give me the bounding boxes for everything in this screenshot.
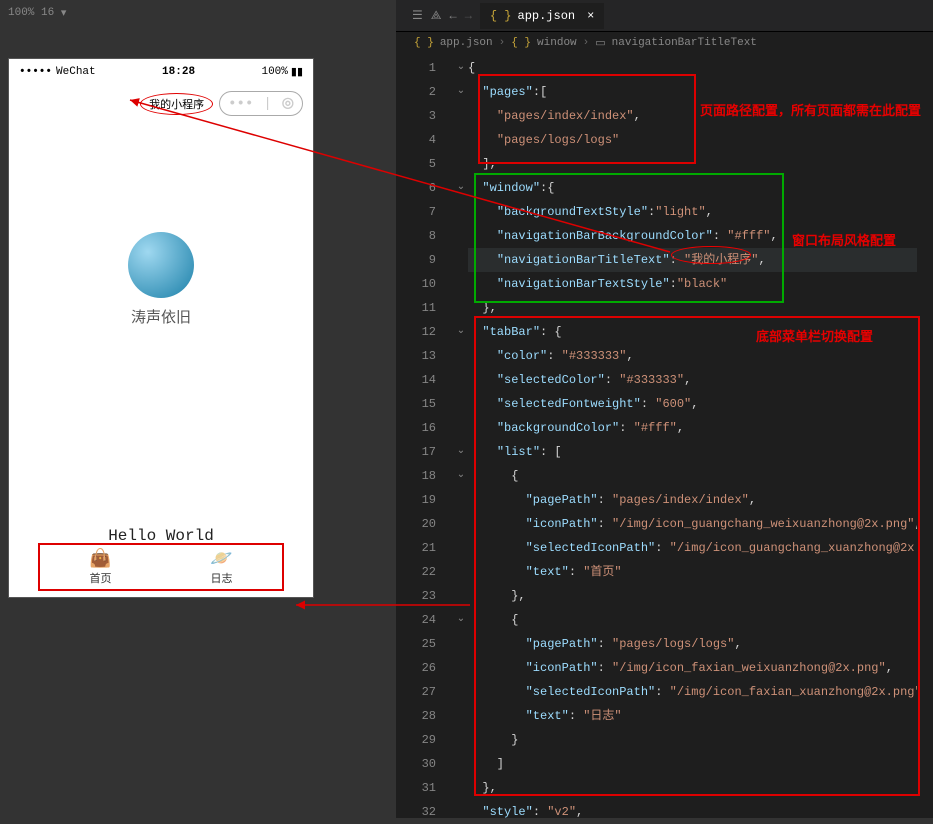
code-line[interactable]: "list": [	[468, 440, 925, 464]
app-title-oval: 我的小程序	[140, 93, 213, 115]
code-line[interactable]: "navigationBarTextStyle":"black"	[468, 272, 925, 296]
zoom-count: 16	[41, 7, 54, 19]
code-line[interactable]: {	[468, 464, 925, 488]
username-label: 涛声依旧	[9, 306, 313, 327]
close-tab-icon[interactable]: ×	[587, 9, 594, 23]
bookmark-icon[interactable]: ⟁	[431, 9, 442, 23]
code-line[interactable]: {	[468, 608, 925, 632]
phone-time: 18:28	[96, 66, 262, 78]
code-line[interactable]: "backgroundTextStyle":"light",	[468, 200, 925, 224]
tab-logs[interactable]: 🪐 日志	[161, 545, 282, 589]
breadcrumb-window[interactable]: window	[537, 37, 577, 49]
code-line[interactable]: "pages/logs/logs"	[468, 128, 925, 152]
breadcrumb-navtext[interactable]: navigationBarTitleText	[612, 37, 757, 49]
code-line[interactable]: "text": "首页"	[468, 560, 925, 584]
json-icon: { }	[511, 37, 531, 49]
code-area[interactable]: 1234567891011121314151617181920212223242…	[412, 56, 933, 818]
file-tab-appjson[interactable]: { } app.json ×	[480, 3, 604, 29]
bag-icon: 👜	[89, 548, 111, 570]
phone-tabbar: 👜 首页 🪐 日志	[38, 543, 284, 591]
back-icon[interactable]: ←	[449, 9, 456, 23]
abc-icon: ▭	[595, 36, 605, 50]
code-line[interactable]: },	[468, 296, 925, 320]
phone-statusbar: ••••• WeChat 18:28 100% ▮▮	[9, 59, 313, 85]
json-icon: { }	[414, 37, 434, 49]
code-line[interactable]: "selectedFontweight": "600",	[468, 392, 925, 416]
code-line[interactable]: "text": "日志"	[468, 704, 925, 728]
code-line[interactable]: {	[468, 56, 925, 80]
code-line[interactable]: ]	[468, 752, 925, 776]
breadcrumb-file[interactable]: app.json	[440, 37, 493, 49]
indent-icon[interactable]: ☰	[412, 8, 423, 23]
code-line[interactable]: },	[468, 584, 925, 608]
tab-home-label: 首页	[90, 570, 112, 586]
editor-tabs: ☰ ⟁ ← → { } app.json ×	[396, 0, 933, 32]
capsule-menu[interactable]: ••• | ◎	[219, 91, 303, 116]
code-line[interactable]: "backgroundColor": "#fff",	[468, 416, 925, 440]
fold-column[interactable]: ⌄⌄⌄⌄⌄⌄⌄	[454, 56, 468, 824]
anno-window-label: 窗口布局风格配置	[792, 230, 896, 249]
anno-pages-label: 页面路径配置，所有页面都需在此配置	[700, 100, 921, 119]
code-line[interactable]: "selectedColor": "#333333",	[468, 368, 925, 392]
code-line[interactable]: },	[468, 776, 925, 800]
code-line[interactable]: "navigationBarTitleText": "我的小程序",	[468, 248, 925, 272]
forward-icon[interactable]: →	[465, 9, 472, 23]
phone-navbar: 我的小程序 ••• | ◎	[9, 85, 313, 122]
code-line[interactable]: "pagePath": "pages/logs/logs",	[468, 632, 925, 656]
battery-icon: ▮▮	[291, 65, 303, 79]
anno-tabbar-label: 底部菜单栏切换配置	[756, 326, 873, 345]
minimap[interactable]	[917, 56, 933, 756]
line-gutter: 1234567891011121314151617181920212223242…	[412, 56, 454, 824]
phone-simulator: ••••• WeChat 18:28 100% ▮▮ 我的小程序 ••• | ◎…	[8, 58, 314, 598]
zoom-dropdown-icon[interactable]: ▾	[61, 6, 67, 20]
code-line[interactable]: "style": "v2",	[468, 800, 925, 824]
tab-home[interactable]: 👜 首页	[40, 545, 161, 589]
user-avatar[interactable]	[128, 232, 194, 298]
code-line[interactable]: "color": "#333333",	[468, 344, 925, 368]
planet-icon: 🪐	[210, 548, 232, 570]
code-line[interactable]: "selectedIconPath": "/img/icon_guangchan…	[468, 536, 925, 560]
breadcrumb[interactable]: { } app.json › { } window › ▭ navigation…	[396, 32, 933, 54]
code-line[interactable]: "iconPath": "/img/icon_faxian_weixuanzho…	[468, 656, 925, 680]
code-line[interactable]: "selectedIconPath": "/img/icon_faxian_xu…	[468, 680, 925, 704]
code-line[interactable]: "pagePath": "pages/index/index",	[468, 488, 925, 512]
tab-logs-label: 日志	[211, 570, 233, 586]
file-tab-label: app.json	[518, 9, 576, 23]
code-editor: ☰ ⟁ ← → { } app.json × { } app.json › { …	[396, 0, 933, 818]
code-line[interactable]: "iconPath": "/img/icon_guangchang_weixua…	[468, 512, 925, 536]
zoom-label: 100%	[8, 7, 34, 19]
carrier-label: WeChat	[56, 66, 96, 78]
code-line[interactable]: ],	[468, 152, 925, 176]
code-line[interactable]: }	[468, 728, 925, 752]
code-line[interactable]: "window":{	[468, 176, 925, 200]
battery-label: 100%	[261, 66, 287, 78]
json-icon: { }	[490, 9, 512, 23]
